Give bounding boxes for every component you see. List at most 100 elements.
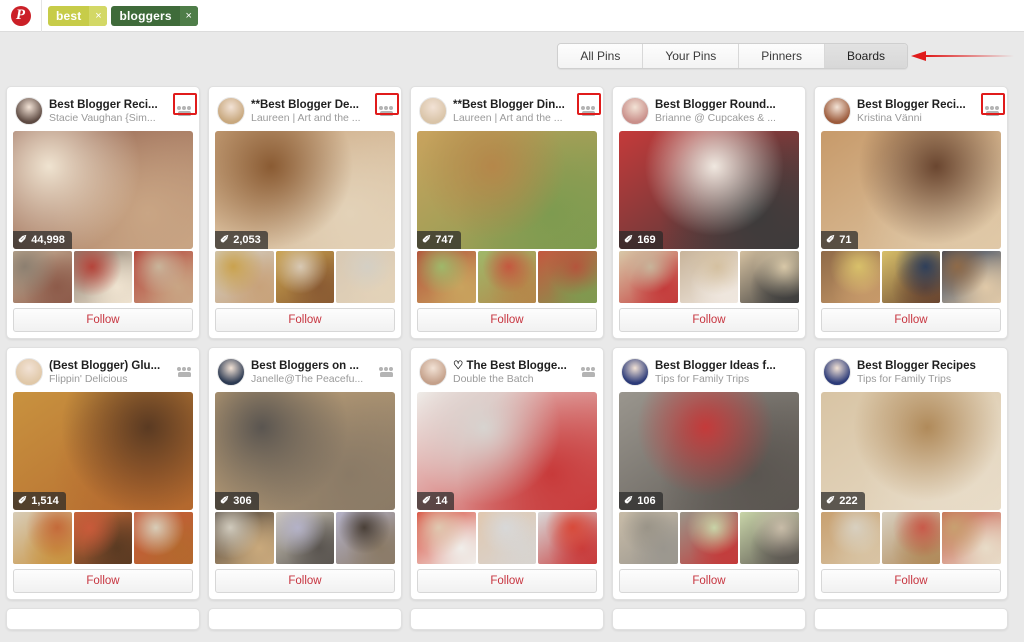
board-thumbnail[interactable] xyxy=(73,251,133,303)
avatar[interactable] xyxy=(217,97,245,125)
avatar[interactable] xyxy=(419,97,447,125)
board-thumbnail[interactable] xyxy=(13,251,72,303)
board-title[interactable]: Best Blogger Reci... xyxy=(857,98,979,112)
board-title[interactable]: Best Blogger Recipes xyxy=(857,359,999,373)
tab-boards[interactable]: Boards xyxy=(824,44,907,68)
board-card[interactable]: Best Blogger Recipes Tips for Family Trip… xyxy=(814,347,1008,600)
board-thumbnail[interactable] xyxy=(477,512,537,564)
board-thumbnail[interactable] xyxy=(942,512,1001,564)
board-card[interactable]: Best Blogger Reci... Kristina Vänni ✐ 71 Fol… xyxy=(814,86,1008,339)
search-token-bloggers[interactable]: bloggers × xyxy=(111,5,198,26)
board-card[interactable]: Best Blogger Ideas f... Tips for Family T… xyxy=(612,347,806,600)
pinterest-logo-icon[interactable]: P xyxy=(10,5,31,26)
board-card-header[interactable]: **Best Blogger Din... Laureen | Art and t… xyxy=(417,93,597,127)
board-cover-image[interactable]: ✐ 222 xyxy=(821,392,1001,510)
board-card-header[interactable]: Best Blogger Reci... Kristina Vänni xyxy=(821,93,1001,127)
board-owner[interactable]: Laureen | Art and the ... xyxy=(251,112,373,125)
avatar[interactable] xyxy=(15,97,43,125)
board-thumbnail[interactable] xyxy=(881,251,941,303)
board-card-header[interactable]: **Best Blogger De... Laureen | Art and th… xyxy=(215,93,395,127)
follow-button[interactable]: Follow xyxy=(417,308,597,332)
board-title[interactable]: **Best Blogger Din... xyxy=(453,98,575,112)
board-card[interactable]: ♡ The Best Blogge... Double the Batch ✐ 14 F… xyxy=(410,347,604,600)
follow-button[interactable]: Follow xyxy=(13,308,193,332)
board-title[interactable]: Best Bloggers on ... xyxy=(251,359,373,373)
board-thumbnail[interactable] xyxy=(215,512,274,564)
avatar[interactable] xyxy=(823,97,851,125)
board-thumbnail[interactable] xyxy=(336,512,395,564)
avatar[interactable] xyxy=(15,358,43,386)
board-thumbnail[interactable] xyxy=(417,512,476,564)
follow-button[interactable]: Follow xyxy=(619,308,799,332)
board-cover-image[interactable]: ✐ 1,514 xyxy=(13,392,193,510)
board-title[interactable]: Best Blogger Reci... xyxy=(49,98,171,112)
board-thumbnail[interactable] xyxy=(740,251,799,303)
board-cover-image[interactable]: ✐ 106 xyxy=(619,392,799,510)
board-card-partial[interactable] xyxy=(612,608,806,630)
board-title[interactable]: Best Blogger Ideas f... xyxy=(655,359,797,373)
board-thumbnail[interactable] xyxy=(821,512,880,564)
board-cover-image[interactable]: ✐ 169 xyxy=(619,131,799,249)
follow-button[interactable]: Follow xyxy=(619,569,799,593)
avatar[interactable] xyxy=(823,358,851,386)
board-owner[interactable]: Flippin' Delicious xyxy=(49,373,171,386)
board-thumbnail[interactable] xyxy=(215,251,274,303)
board-card[interactable]: **Best Blogger Din... Laureen | Art and t… xyxy=(410,86,604,339)
board-thumbnail[interactable] xyxy=(679,251,739,303)
board-thumbnail[interactable] xyxy=(477,251,537,303)
board-owner[interactable]: Tips for Family Trips xyxy=(655,373,797,386)
board-title[interactable]: ♡ The Best Blogge... xyxy=(453,359,575,373)
board-card-header[interactable]: Best Blogger Reci... Stacie Vaughan {Sim.… xyxy=(13,93,193,127)
follow-button[interactable]: Follow xyxy=(215,569,395,593)
board-owner[interactable]: Tips for Family Trips xyxy=(857,373,999,386)
board-cover-image[interactable]: ✐ 44,998 xyxy=(13,131,193,249)
board-card-partial[interactable] xyxy=(208,608,402,630)
board-owner[interactable]: Janelle@The Peacefu... xyxy=(251,373,373,386)
board-thumbnail[interactable] xyxy=(619,512,678,564)
board-thumbnail[interactable] xyxy=(73,512,133,564)
avatar[interactable] xyxy=(217,358,245,386)
board-thumbnail[interactable] xyxy=(134,251,193,303)
board-cover-image[interactable]: ✐ 2,053 xyxy=(215,131,395,249)
board-title[interactable]: Best Blogger Round... xyxy=(655,98,797,112)
board-thumbnail[interactable] xyxy=(679,512,739,564)
follow-button[interactable]: Follow xyxy=(13,569,193,593)
board-card[interactable]: **Best Blogger De... Laureen | Art and th… xyxy=(208,86,402,339)
board-cover-image[interactable]: ✐ 14 xyxy=(417,392,597,510)
board-cover-image[interactable]: ✐ 747 xyxy=(417,131,597,249)
avatar[interactable] xyxy=(621,358,649,386)
pinterest-logo-cell[interactable]: P xyxy=(0,0,42,32)
tab-your-pins[interactable]: Your Pins xyxy=(643,44,740,68)
board-thumbnail[interactable] xyxy=(538,251,597,303)
board-card-header[interactable]: ♡ The Best Blogge... Double the Batch xyxy=(417,354,597,388)
board-thumbnail[interactable] xyxy=(275,512,335,564)
board-thumbnail[interactable] xyxy=(821,251,880,303)
board-card-partial[interactable] xyxy=(410,608,604,630)
board-thumbnail[interactable] xyxy=(881,512,941,564)
avatar[interactable] xyxy=(621,97,649,125)
board-title[interactable]: **Best Blogger De... xyxy=(251,98,373,112)
board-owner[interactable]: Laureen | Art and the ... xyxy=(453,112,575,125)
board-owner[interactable]: Double the Batch xyxy=(453,373,575,386)
board-thumbnail[interactable] xyxy=(942,251,1001,303)
board-card-header[interactable]: Best Blogger Round... Brianne @ Cupcakes … xyxy=(619,93,799,127)
board-owner[interactable]: Brianne @ Cupcakes & ... xyxy=(655,112,797,125)
follow-button[interactable]: Follow xyxy=(821,569,1001,593)
board-thumbnail[interactable] xyxy=(417,251,476,303)
follow-button[interactable]: Follow xyxy=(821,308,1001,332)
board-thumbnail[interactable] xyxy=(740,512,799,564)
follow-button[interactable]: Follow xyxy=(417,569,597,593)
board-card-partial[interactable] xyxy=(814,608,1008,630)
board-thumbnail[interactable] xyxy=(538,512,597,564)
avatar[interactable] xyxy=(419,358,447,386)
board-thumbnail[interactable] xyxy=(336,251,395,303)
board-card-header[interactable]: Best Blogger Ideas f... Tips for Family T… xyxy=(619,354,799,388)
tab-all-pins[interactable]: All Pins xyxy=(558,44,644,68)
board-card-partial[interactable] xyxy=(6,608,200,630)
follow-button[interactable]: Follow xyxy=(215,308,395,332)
board-card-header[interactable]: Best Bloggers on ... Janelle@The Peacefu.… xyxy=(215,354,395,388)
close-icon[interactable]: × xyxy=(179,5,198,26)
board-card[interactable]: Best Blogger Reci... Stacie Vaughan {Sim.… xyxy=(6,86,200,339)
close-icon[interactable]: × xyxy=(89,5,108,26)
board-cover-image[interactable]: ✐ 71 xyxy=(821,131,1001,249)
